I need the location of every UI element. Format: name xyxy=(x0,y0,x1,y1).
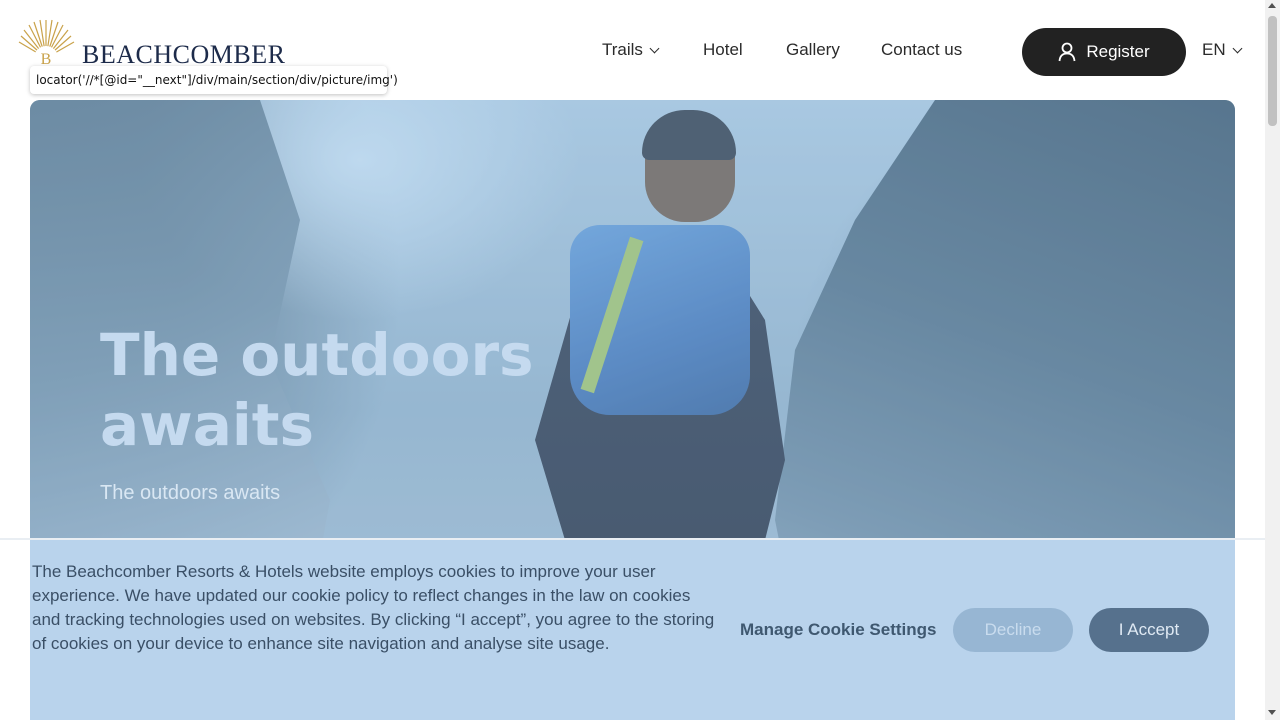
register-label: Register xyxy=(1086,42,1150,61)
user-icon xyxy=(1058,42,1076,62)
chevron-down-icon xyxy=(649,43,660,54)
accept-button[interactable]: I Accept xyxy=(1089,608,1209,652)
cookie-banner: The Beachcomber Resorts & Hotels website… xyxy=(30,540,1235,720)
manage-cookie-settings-link[interactable]: Manage Cookie Settings xyxy=(740,620,936,640)
cookie-message: The Beachcomber Resorts & Hotels website… xyxy=(32,562,715,653)
page-scrollbar[interactable] xyxy=(1265,0,1280,720)
nav-hotel[interactable]: Hotel xyxy=(703,40,743,60)
language-selector[interactable]: EN xyxy=(1202,40,1243,60)
scroll-up-arrow-icon[interactable] xyxy=(1268,3,1276,8)
nav-trails[interactable]: Trails xyxy=(602,40,660,60)
nav-gallery[interactable]: Gallery xyxy=(786,40,840,60)
scrollbar-thumb[interactable] xyxy=(1268,16,1277,126)
nav-contact-us[interactable]: Contact us xyxy=(881,40,962,60)
locator-tooltip: locator('//*[@id="__next"]/div/main/sect… xyxy=(30,66,398,94)
chevron-down-icon xyxy=(1232,43,1243,54)
hero-subtitle: The outdoors awaits xyxy=(100,482,281,504)
nav-trails-label: Trails xyxy=(602,40,643,59)
decline-button[interactable]: Decline xyxy=(953,608,1073,652)
scroll-down-arrow-icon[interactable] xyxy=(1268,710,1276,715)
register-button[interactable]: Register xyxy=(1022,28,1186,76)
language-label: EN xyxy=(1202,40,1226,59)
hero-title: The outdoors awaits xyxy=(100,321,534,459)
